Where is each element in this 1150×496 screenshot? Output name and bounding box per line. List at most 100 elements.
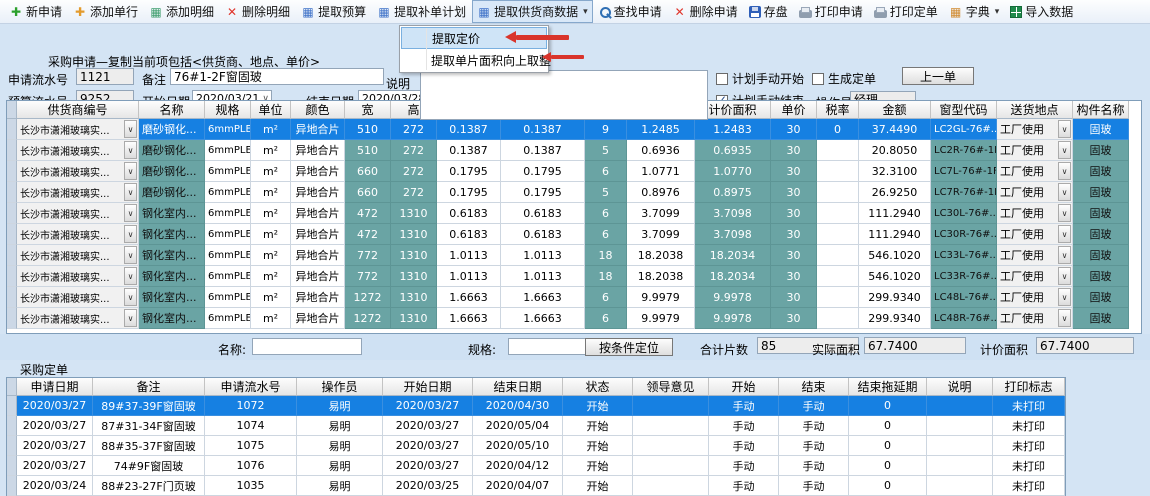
table-cell[interactable]: 2020/05/10 — [473, 436, 563, 456]
table-cell[interactable]: 手动 — [709, 396, 779, 416]
table-cell[interactable] — [927, 396, 993, 416]
table-cell[interactable]: 钢化室内... — [139, 203, 205, 224]
table-cell[interactable]: 2020/05/04 — [473, 416, 563, 436]
table-cell[interactable]: 固玻 — [1073, 140, 1129, 161]
table-cell[interactable]: m² — [251, 119, 291, 140]
table-cell[interactable]: 手动 — [709, 456, 779, 476]
table-row[interactable]: 长沙市潇湘玻璃实...∨磨砂钢化...6mmPLE...m²异地合片660272… — [7, 182, 1141, 203]
table-cell[interactable]: 6mmPLE... — [205, 182, 251, 203]
chevron-down-icon[interactable]: ∨ — [1058, 183, 1071, 201]
dropdown-caret-icon[interactable]: ▾ — [995, 7, 1000, 17]
table-cell[interactable]: 0.6183 — [501, 203, 585, 224]
dropdown-caret-icon[interactable]: ▾ — [583, 7, 588, 17]
table-cell[interactable]: 工厂使用∨ — [997, 224, 1073, 245]
chevron-down-icon[interactable]: ∨ — [124, 309, 137, 327]
table-cell[interactable]: 2020/03/25 — [383, 476, 473, 496]
toolbar-button[interactable]: ✚新申请 — [4, 0, 67, 23]
table-cell[interactable]: 固玻 — [1073, 266, 1129, 287]
row-selector[interactable] — [7, 140, 17, 161]
table-cell[interactable]: 3.7099 — [627, 224, 695, 245]
table-cell[interactable]: 9.9979 — [627, 308, 695, 329]
table-cell[interactable]: 手动 — [779, 396, 849, 416]
table-cell[interactable]: 0.1795 — [501, 182, 585, 203]
table-row[interactable]: 2020/03/2789#37-39F窗固玻1072易明2020/03/2720… — [7, 396, 1065, 416]
table-cell[interactable] — [817, 224, 859, 245]
table-cell[interactable]: 易明 — [297, 416, 383, 436]
table-cell[interactable]: 0.1795 — [437, 161, 501, 182]
table-cell[interactable] — [817, 308, 859, 329]
toolbar-button[interactable]: 存盘 — [744, 0, 793, 23]
table-cell[interactable]: 9 — [585, 119, 627, 140]
table-cell[interactable]: 工厂使用∨ — [997, 245, 1073, 266]
chevron-down-icon[interactable]: ∨ — [1058, 288, 1071, 306]
table-row[interactable]: 2020/03/2488#23-27F门页玻1035易明2020/03/2520… — [7, 476, 1065, 496]
table-cell[interactable]: 工厂使用∨ — [997, 266, 1073, 287]
table-cell[interactable]: 6 — [585, 203, 627, 224]
table-cell[interactable]: 2020/04/07 — [473, 476, 563, 496]
toolbar-button[interactable]: ▦提取补单计划 — [372, 0, 471, 23]
table-cell[interactable]: 工厂使用∨ — [997, 182, 1073, 203]
table-cell[interactable]: LC48L-76#... — [931, 287, 997, 308]
table-cell[interactable]: 111.2940 — [859, 224, 931, 245]
table-cell[interactable]: 74#9F窗固玻 — [93, 456, 205, 476]
table-cell[interactable]: 272 — [391, 161, 437, 182]
table-row[interactable]: 2020/03/2774#9F窗固玻1076易明2020/03/272020/0… — [7, 456, 1065, 476]
table-cell[interactable]: 0.6935 — [695, 140, 771, 161]
table-cell[interactable]: 30 — [771, 203, 817, 224]
table-cell[interactable]: 6mmPLE... — [205, 224, 251, 245]
table-cell[interactable]: 299.9340 — [859, 308, 931, 329]
table-cell[interactable]: 异地合片 — [291, 119, 345, 140]
chevron-down-icon[interactable]: ∨ — [124, 267, 137, 285]
table-cell[interactable]: 长沙市潇湘玻璃实...∨ — [17, 119, 139, 140]
table-cell[interactable]: 易明 — [297, 436, 383, 456]
table-cell[interactable]: 1.0113 — [437, 266, 501, 287]
table-cell[interactable]: 1.6663 — [437, 287, 501, 308]
table-cell[interactable]: 772 — [345, 266, 391, 287]
table-row[interactable]: 长沙市潇湘玻璃实...∨磨砂钢化...6mmPLE...m²异地合片660272… — [7, 161, 1141, 182]
row-selector[interactable] — [7, 396, 17, 416]
table-cell[interactable]: 510 — [345, 119, 391, 140]
chevron-down-icon[interactable]: ∨ — [124, 246, 137, 264]
table-cell[interactable]: 272 — [391, 119, 437, 140]
table-cell[interactable]: 1.0771 — [627, 161, 695, 182]
toolbar-button[interactable]: 查找申请 — [594, 0, 667, 23]
table-cell[interactable]: 异地合片 — [291, 203, 345, 224]
chevron-down-icon[interactable]: ∨ — [124, 288, 137, 306]
table-cell[interactable]: 30 — [771, 245, 817, 266]
table-cell[interactable]: 9.9978 — [695, 287, 771, 308]
table-cell[interactable]: 6mmPLE... — [205, 266, 251, 287]
table-cell[interactable]: 手动 — [709, 436, 779, 456]
table-cell[interactable]: 1.6663 — [437, 308, 501, 329]
table-cell[interactable]: 18.2034 — [695, 245, 771, 266]
table-cell[interactable] — [633, 456, 709, 476]
table-cell[interactable]: 0 — [849, 416, 927, 436]
column-header[interactable]: 单价 — [771, 101, 817, 119]
table-cell[interactable]: 1310 — [391, 224, 437, 245]
column-header[interactable]: 规格 — [205, 101, 251, 119]
table-cell[interactable]: 钢化室内... — [139, 287, 205, 308]
table-cell[interactable]: 0.1387 — [437, 119, 501, 140]
table-cell[interactable]: m² — [251, 161, 291, 182]
manual-start-checkbox[interactable] — [716, 73, 728, 85]
table-cell[interactable]: 472 — [345, 224, 391, 245]
table-cell[interactable]: 0 — [849, 396, 927, 416]
table-cell[interactable]: 工厂使用∨ — [997, 119, 1073, 140]
table-cell[interactable]: 30 — [771, 140, 817, 161]
table-cell[interactable]: 工厂使用∨ — [997, 308, 1073, 329]
table-cell[interactable]: 开始 — [563, 456, 633, 476]
column-header[interactable]: 领导意见 — [633, 378, 709, 396]
table-cell[interactable]: 0 — [817, 119, 859, 140]
toolbar-button[interactable]: 打印申请 — [794, 0, 868, 23]
table-cell[interactable]: LC30L-76#... — [931, 203, 997, 224]
table-cell[interactable]: m² — [251, 203, 291, 224]
table-cell[interactable]: 0.6183 — [437, 203, 501, 224]
table-cell[interactable] — [927, 476, 993, 496]
column-header[interactable]: 申请流水号 — [205, 378, 297, 396]
table-cell[interactable]: 20.8050 — [859, 140, 931, 161]
column-header[interactable]: 备注 — [93, 378, 205, 396]
table-cell[interactable]: 磨砂钢化... — [139, 161, 205, 182]
table-cell[interactable]: 2020/03/27 — [383, 436, 473, 456]
table-cell[interactable]: 18 — [585, 245, 627, 266]
table-cell[interactable]: 长沙市潇湘玻璃实...∨ — [17, 287, 139, 308]
table-cell[interactable]: 异地合片 — [291, 266, 345, 287]
